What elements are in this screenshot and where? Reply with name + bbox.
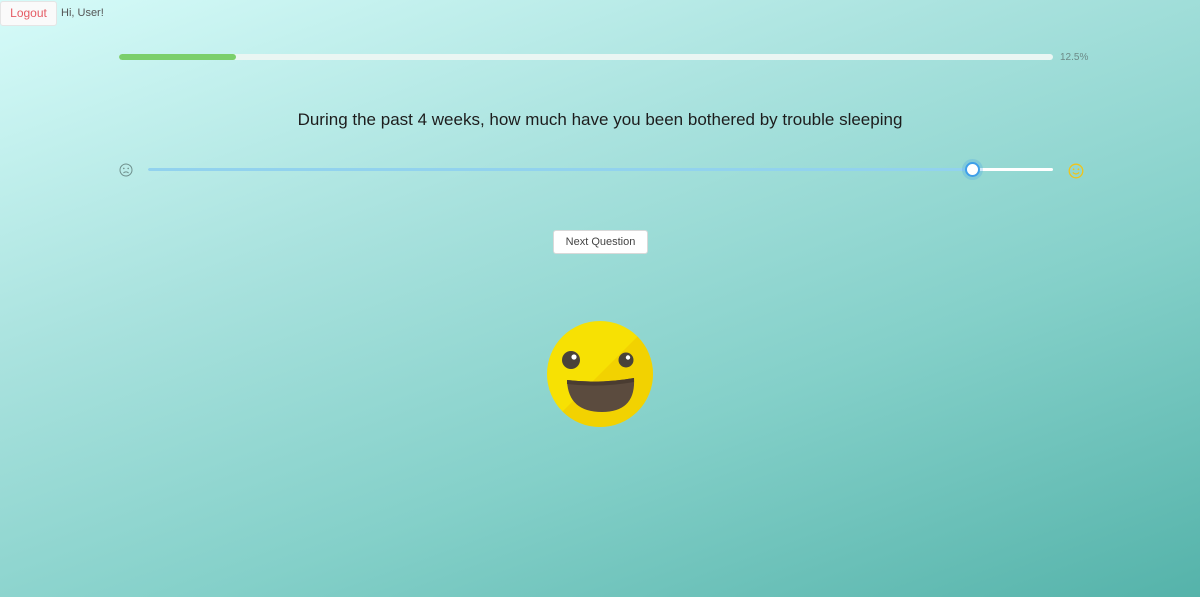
- laughing-face-icon: [546, 320, 654, 428]
- greeting-text: Hi, User!: [61, 7, 104, 19]
- slider-handle[interactable]: [964, 162, 980, 177]
- next-question-button[interactable]: Next Question: [553, 230, 648, 254]
- top-bar: Logout Hi, User!: [0, 0, 104, 26]
- logout-button[interactable]: Logout: [0, 0, 57, 26]
- question-text: During the past 4 weeks, how much have y…: [297, 110, 903, 129]
- answer-slider[interactable]: [148, 162, 1053, 177]
- slider-track-fill: [148, 168, 972, 171]
- progress-bar-fill: [119, 54, 236, 60]
- happy-face-icon: [1068, 163, 1084, 179]
- progress-percent: 12.5%: [1060, 52, 1089, 63]
- sad-face-icon: [119, 163, 133, 177]
- progress-bar: [119, 54, 1053, 60]
